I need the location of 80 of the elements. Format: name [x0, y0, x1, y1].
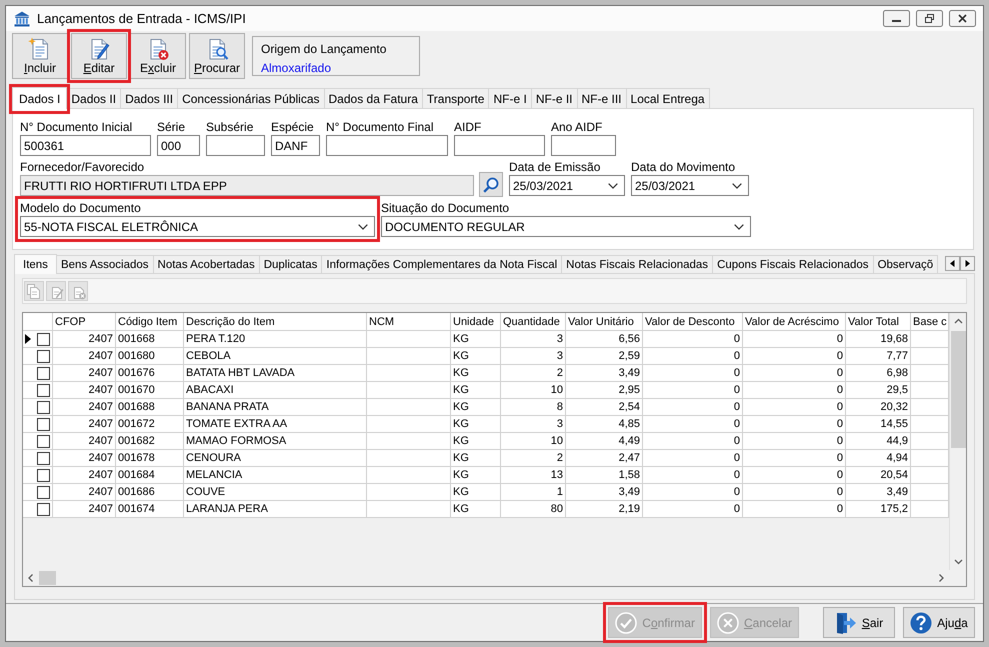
triangle-left-icon[interactable] — [945, 256, 960, 271]
table-cell: 001674 — [116, 501, 184, 518]
edit-button[interactable]: Editar — [71, 33, 127, 79]
checkbox[interactable] — [36, 468, 50, 482]
window-title: Lançamentos de Entrada - ICMS/IPI — [37, 11, 246, 26]
field-label: Ano AIDF — [551, 120, 604, 135]
field-label: Espécie — [271, 120, 315, 135]
dropdown[interactable]: 25/03/2021 — [509, 175, 625, 196]
chevron-down-icon — [734, 224, 744, 230]
building-icon — [14, 10, 30, 26]
vertical-scrollbar[interactable] — [949, 313, 966, 570]
search-button[interactable]: Procurar — [189, 33, 245, 79]
add-button[interactable]: Incluir — [12, 33, 68, 79]
table-cell: 2,19 — [566, 501, 643, 518]
search-button[interactable] — [479, 172, 503, 197]
dropdown[interactable]: DOCUMENTO REGULAR — [381, 216, 751, 237]
restore-icon[interactable] — [916, 10, 943, 27]
field-label: Fornecedor/Favorecido — [20, 160, 146, 175]
chevron-down-icon — [358, 224, 368, 230]
checkbox[interactable] — [36, 502, 50, 516]
table-cell: LARANJA PERA — [184, 501, 367, 518]
dropdown[interactable]: 25/03/2021 — [631, 175, 749, 196]
field-label: Data do Movimento — [631, 160, 736, 175]
table-cell: 80 — [501, 501, 566, 518]
text-field[interactable]: DANF — [271, 135, 320, 156]
check-circle-icon — [615, 612, 638, 634]
help-button[interactable]: Ajuda — [903, 607, 975, 638]
field-label: Modelo do Documento — [20, 201, 142, 216]
checkbox[interactable] — [36, 418, 50, 430]
x-circle-icon — [716, 612, 739, 634]
close-icon[interactable] — [949, 10, 976, 27]
checkbox[interactable] — [36, 452, 50, 464]
search-icon — [483, 176, 499, 192]
field-label: Série — [157, 120, 186, 135]
field-label: Subsérie — [206, 120, 254, 135]
text-field[interactable]: 500361 — [20, 135, 151, 156]
table-cell: 175,2 — [846, 501, 911, 518]
minimize-icon[interactable] — [883, 10, 910, 27]
text-field[interactable] — [326, 135, 448, 156]
group-title: Origem do Lançamento — [261, 42, 388, 56]
exit-button[interactable]: Sair — [823, 607, 895, 638]
checkbox[interactable] — [36, 366, 50, 380]
chevron-down-icon — [608, 182, 618, 188]
checkbox[interactable] — [36, 350, 50, 362]
text-field[interactable]: 000 — [157, 135, 200, 156]
tab[interactable]: Itens — [14, 254, 57, 274]
door-arrow-icon — [834, 612, 857, 634]
dropdown[interactable]: 55-NOTA FISCAL ELETRÔNICA — [20, 216, 375, 237]
field-label: AIDF — [454, 120, 482, 135]
delete-button[interactable]: Excluir — [130, 33, 186, 79]
field-label: Data de Emissão — [509, 160, 602, 175]
checkbox[interactable] — [36, 486, 50, 498]
field-label: N° Documento Inicial — [20, 120, 134, 135]
triangle-right-icon[interactable] — [960, 256, 975, 271]
tab[interactable]: Dados I — [12, 87, 68, 109]
checkbox[interactable] — [36, 434, 50, 448]
table-cell: 2407 — [53, 501, 116, 518]
chevron-down-icon — [732, 182, 742, 188]
origin-value: Almoxarifado — [261, 61, 332, 75]
tab[interactable]: Observaçõ — [872, 255, 938, 273]
text-field[interactable] — [551, 135, 616, 156]
tab[interactable]: Informações Complementares da Nota Fiscal — [321, 255, 562, 273]
tab[interactable]: Transporte — [422, 88, 490, 108]
text-field[interactable] — [206, 135, 265, 156]
table-cell: 0 — [743, 501, 846, 518]
text-field[interactable] — [454, 135, 545, 156]
scrollbar-thumb[interactable] — [950, 331, 966, 448]
checkbox[interactable] — [36, 332, 50, 346]
checkbox[interactable] — [36, 384, 50, 396]
checkbox[interactable] — [36, 400, 50, 414]
scrollbar-thumb[interactable] — [39, 571, 56, 585]
field-label: N° Documento Final — [326, 120, 435, 135]
table-cell: 0 — [643, 501, 743, 518]
tab[interactable]: Cupons Fiscais Relacionados — [712, 255, 874, 273]
help-icon — [910, 612, 932, 634]
field-label: Situação do Documento — [381, 201, 510, 216]
tab[interactable]: Local Entrega — [626, 88, 710, 108]
tab[interactable]: Duplicatas — [258, 255, 322, 273]
table-cell: KG — [451, 501, 501, 518]
text-field[interactable]: FRUTTI RIO HORTIFRUTI LTDA EPP — [20, 175, 474, 196]
